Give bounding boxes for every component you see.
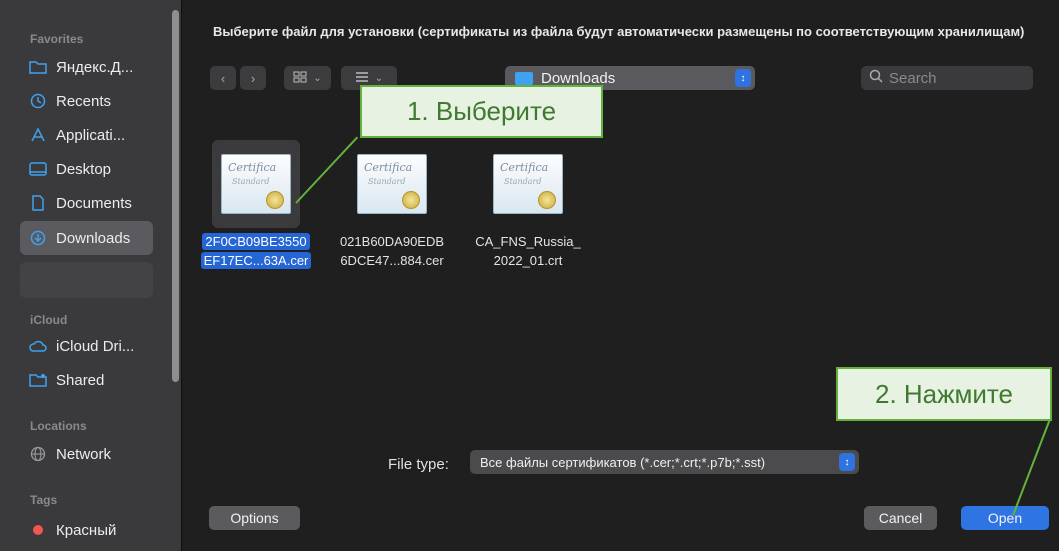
file-thumbnail: Certifica Standard [348, 140, 436, 228]
sidebar-item-label: Desktop [56, 160, 112, 178]
location-value: Downloads [541, 69, 616, 87]
search-input[interactable] [889, 69, 1029, 87]
forward-button[interactable]: › [240, 66, 266, 90]
sidebar-item-applications[interactable]: Applicati... [20, 118, 153, 152]
open-button[interactable]: Open [961, 506, 1049, 530]
cancel-button[interactable]: Cancel [864, 506, 937, 530]
sidebar: Favorites Яндекс.Д... Recents Applicati.… [0, 0, 182, 551]
sidebar-item-label: Documents [56, 194, 132, 212]
desktop-icon [28, 159, 48, 179]
file-thumbnail: Certifica Standard [484, 140, 572, 228]
sidebar-item-downloads[interactable]: Downloads [20, 221, 153, 255]
sidebar-empty-slot [20, 262, 153, 298]
search-icon [869, 69, 883, 88]
file-name: CA_FNS_Russia_ 2022_01.crt [475, 234, 581, 268]
sidebar-item-label: iCloud Dri... [56, 337, 135, 355]
grid-icon [293, 71, 307, 86]
search-field[interactable] [861, 66, 1033, 90]
certificate-icon: Certifica Standard [493, 154, 563, 214]
sidebar-item-label: Downloads [56, 229, 131, 247]
file-item[interactable]: Certifica Standard 2F0CB09BE3550 EF17EC...… [187, 140, 325, 270]
chevron-down-icon: ⌄ [313, 72, 322, 84]
icloud-header: iCloud [30, 313, 68, 327]
callout-step-2: 2. Нажмите [836, 367, 1052, 421]
sidebar-item-icloud-drive[interactable]: iCloud Dri... [20, 329, 153, 363]
sidebar-item-desktop[interactable]: Desktop [20, 152, 153, 186]
certificate-icon: Certifica Standard [221, 154, 291, 214]
file-name: 021B60DA90EDB 6DCE47...884.cer [339, 234, 445, 268]
file-item[interactable]: Certifica Standard CA_FNS_Russia_ 2022_01.… [459, 140, 597, 270]
folder-icon [28, 57, 48, 77]
sidebar-item-label: Applicati... [56, 126, 126, 144]
document-icon [28, 193, 48, 213]
network-icon [28, 444, 48, 464]
locations-header: Locations [30, 419, 87, 433]
chevron-left-icon: ‹ [220, 70, 226, 86]
sidebar-item-label: Network [56, 445, 112, 463]
sidebar-item-shared[interactable]: Shared [20, 363, 153, 397]
sidebar-item-label: Shared [56, 371, 105, 389]
sidebar-item-tag-red[interactable]: Красный [20, 513, 153, 547]
file-item[interactable]: Certifica Standard 021B60DA90EDB 6DCE47...… [323, 140, 461, 270]
callout-step-1: 1. Выберите [360, 85, 603, 138]
view-mode-button[interactable]: ⌄ [284, 66, 331, 90]
tags-header: Tags [30, 493, 58, 507]
chevron-updown-icon: ↕ [839, 453, 855, 471]
file-type-select[interactable]: Все файлы сертификатов (*.cer;*.crt;*.p7… [470, 450, 859, 474]
chevron-updown-icon: ↕ [735, 69, 751, 87]
folder-icon [515, 71, 533, 85]
file-type-value: Все файлы сертификатов (*.cer;*.crt;*.p7… [480, 454, 766, 470]
file-name: 2F0CB09BE3550 EF17EC...63A.cer [187, 232, 325, 270]
cloud-icon [28, 336, 48, 356]
chevron-down-icon: ⌄ [374, 72, 384, 84]
favorites-header: Favorites [30, 32, 84, 46]
sidebar-item-network[interactable]: Network [20, 437, 153, 471]
dialog-prompt: Выберите файл для установки (сертификаты… [213, 24, 1025, 39]
options-button[interactable]: Options [209, 506, 300, 530]
clock-icon [28, 91, 48, 111]
sidebar-item-label: Recents [56, 92, 112, 110]
file-type-label: File type: [388, 456, 449, 473]
sidebar-item-documents[interactable]: Documents [20, 186, 153, 220]
back-button[interactable]: ‹ [210, 66, 236, 90]
group-grid-icon [355, 71, 369, 86]
chevron-right-icon: › [250, 70, 256, 86]
sidebar-item-yandex-disk[interactable]: Яндекс.Д... [20, 50, 153, 84]
sidebar-item-label: Красный [56, 521, 117, 539]
file-thumbnail: Certifica Standard [212, 140, 300, 228]
sidebar-scrollbar[interactable] [172, 10, 179, 382]
shared-folder-icon [28, 370, 48, 390]
red-tag-icon [28, 520, 48, 540]
applications-icon [28, 125, 48, 145]
certificate-icon: Certifica Standard [357, 154, 427, 214]
sidebar-item-label: Яндекс.Д... [56, 58, 134, 76]
file-dialog: Выберите файл для установки (сертификаты… [183, 0, 1059, 551]
download-icon [28, 228, 48, 248]
sidebar-item-recents[interactable]: Recents [20, 84, 153, 118]
